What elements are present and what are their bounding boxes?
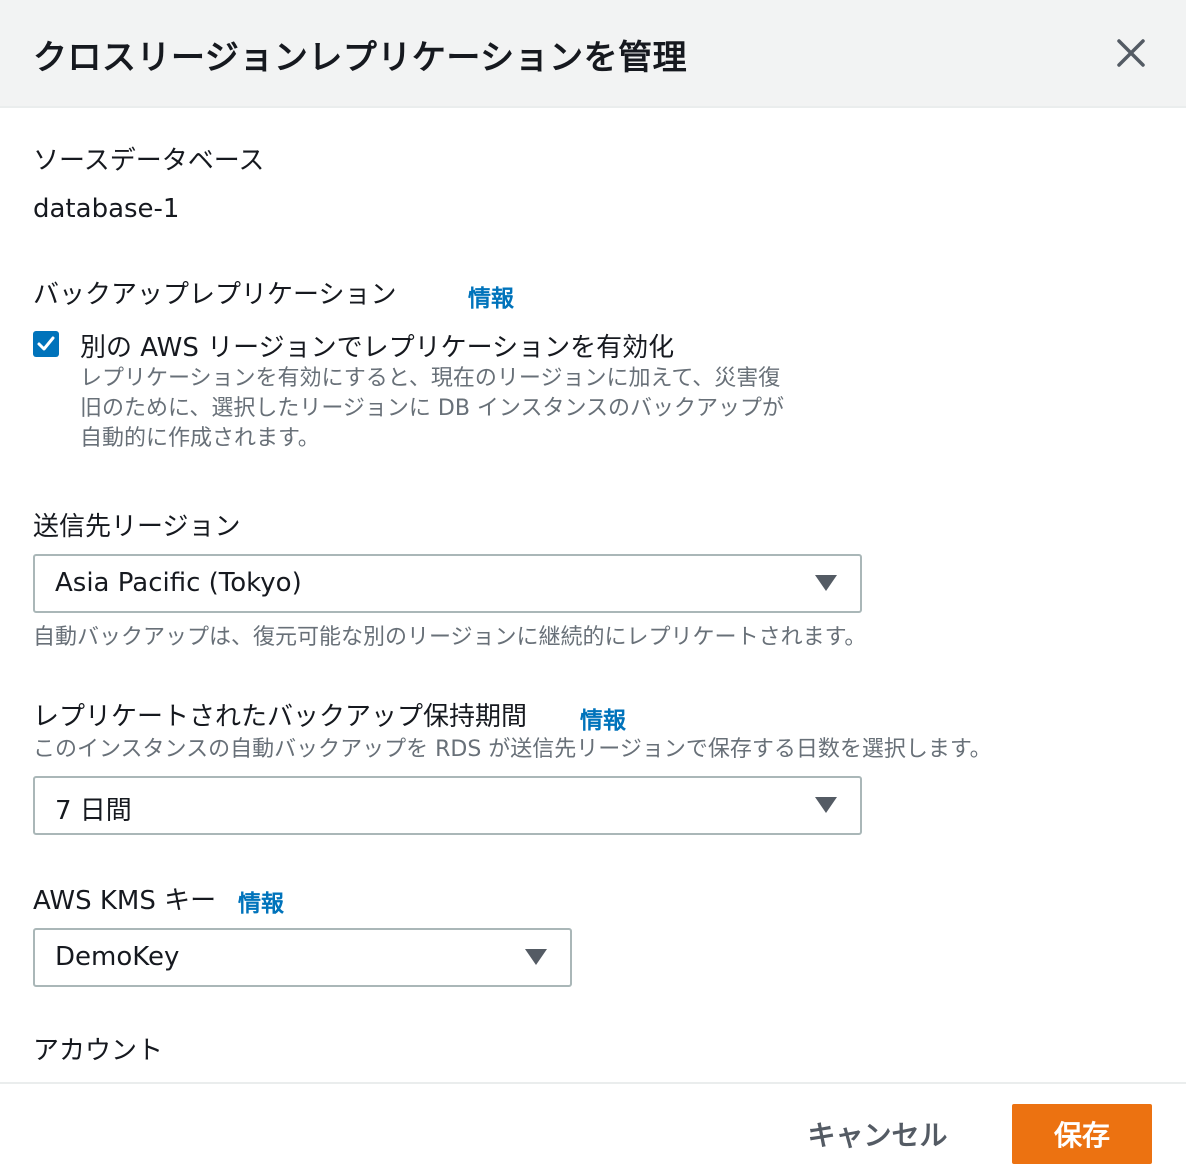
cancel-button[interactable]: キャンセル — [790, 1106, 965, 1162]
destination-region-label: 送信先リージョン — [33, 512, 241, 542]
kms-key-value: DemoKey — [55, 942, 180, 972]
caret-down-icon — [525, 949, 547, 965]
close-button[interactable] — [1108, 30, 1154, 76]
kms-key-select[interactable]: DemoKey — [33, 928, 572, 987]
retention-period-value: 7 日間 — [55, 796, 132, 826]
replication-description-line: 旧のために、選択したリージョンに DB インスタンスのバックアップが — [80, 396, 785, 421]
checkmark-icon — [37, 336, 55, 351]
destination-region-value: Asia Pacific (Tokyo) — [55, 568, 302, 598]
caret-down-icon — [815, 575, 837, 591]
destination-region-hint: 自動バックアップは、復元可能な別のリージョンに継続的にレプリケートされます。 — [33, 625, 867, 650]
retention-description: このインスタンスの自動バックアップを RDS が送信先リージョンで保存する日数を… — [33, 737, 992, 762]
kms-key-label: AWS KMS キー — [33, 886, 217, 916]
retention-period-select[interactable]: 7 日間 — [33, 776, 862, 835]
replication-description-line: 自動的に作成されます。 — [80, 426, 320, 451]
kms-key-info-link[interactable]: 情報 — [238, 884, 284, 918]
destination-region-select[interactable]: Asia Pacific (Tokyo) — [33, 554, 862, 613]
retention-label: レプリケートされたバックアップ保持期間 — [33, 702, 528, 732]
close-icon — [1117, 39, 1145, 67]
source-database-value: database-1 — [33, 194, 180, 224]
replication-description: レプリケーションを有効にすると、現在のリージョンに加えて、災害復 旧のために、選… — [80, 364, 784, 454]
dialog-footer: キャンセル 保存 — [0, 1082, 1186, 1168]
manage-replication-dialog: クロスリージョンレプリケーションを管理 ソースデータベース database-1… — [0, 0, 1186, 1168]
enable-replication-checkbox[interactable] — [33, 331, 59, 357]
save-button[interactable]: 保存 — [1012, 1104, 1152, 1164]
source-database-label: ソースデータベース — [33, 146, 265, 176]
dialog-header: クロスリージョンレプリケーションを管理 — [0, 0, 1186, 108]
enable-replication-label[interactable]: 別の AWS リージョンでレプリケーションを有効化 — [80, 327, 674, 364]
caret-down-icon — [815, 797, 837, 813]
dialog-body: ソースデータベース database-1 バックアップレプリケーション 情報 別… — [0, 108, 1186, 1082]
retention-info-link[interactable]: 情報 — [580, 701, 626, 735]
account-label: アカウント — [33, 1036, 164, 1066]
backup-replication-label: バックアップレプリケーション — [33, 280, 397, 310]
replication-description-line: レプリケーションを有効にすると、現在のリージョンに加えて、災害復 — [80, 366, 781, 391]
dialog-title: クロスリージョンレプリケーションを管理 — [33, 38, 688, 78]
backup-replication-info-link[interactable]: 情報 — [468, 279, 514, 313]
